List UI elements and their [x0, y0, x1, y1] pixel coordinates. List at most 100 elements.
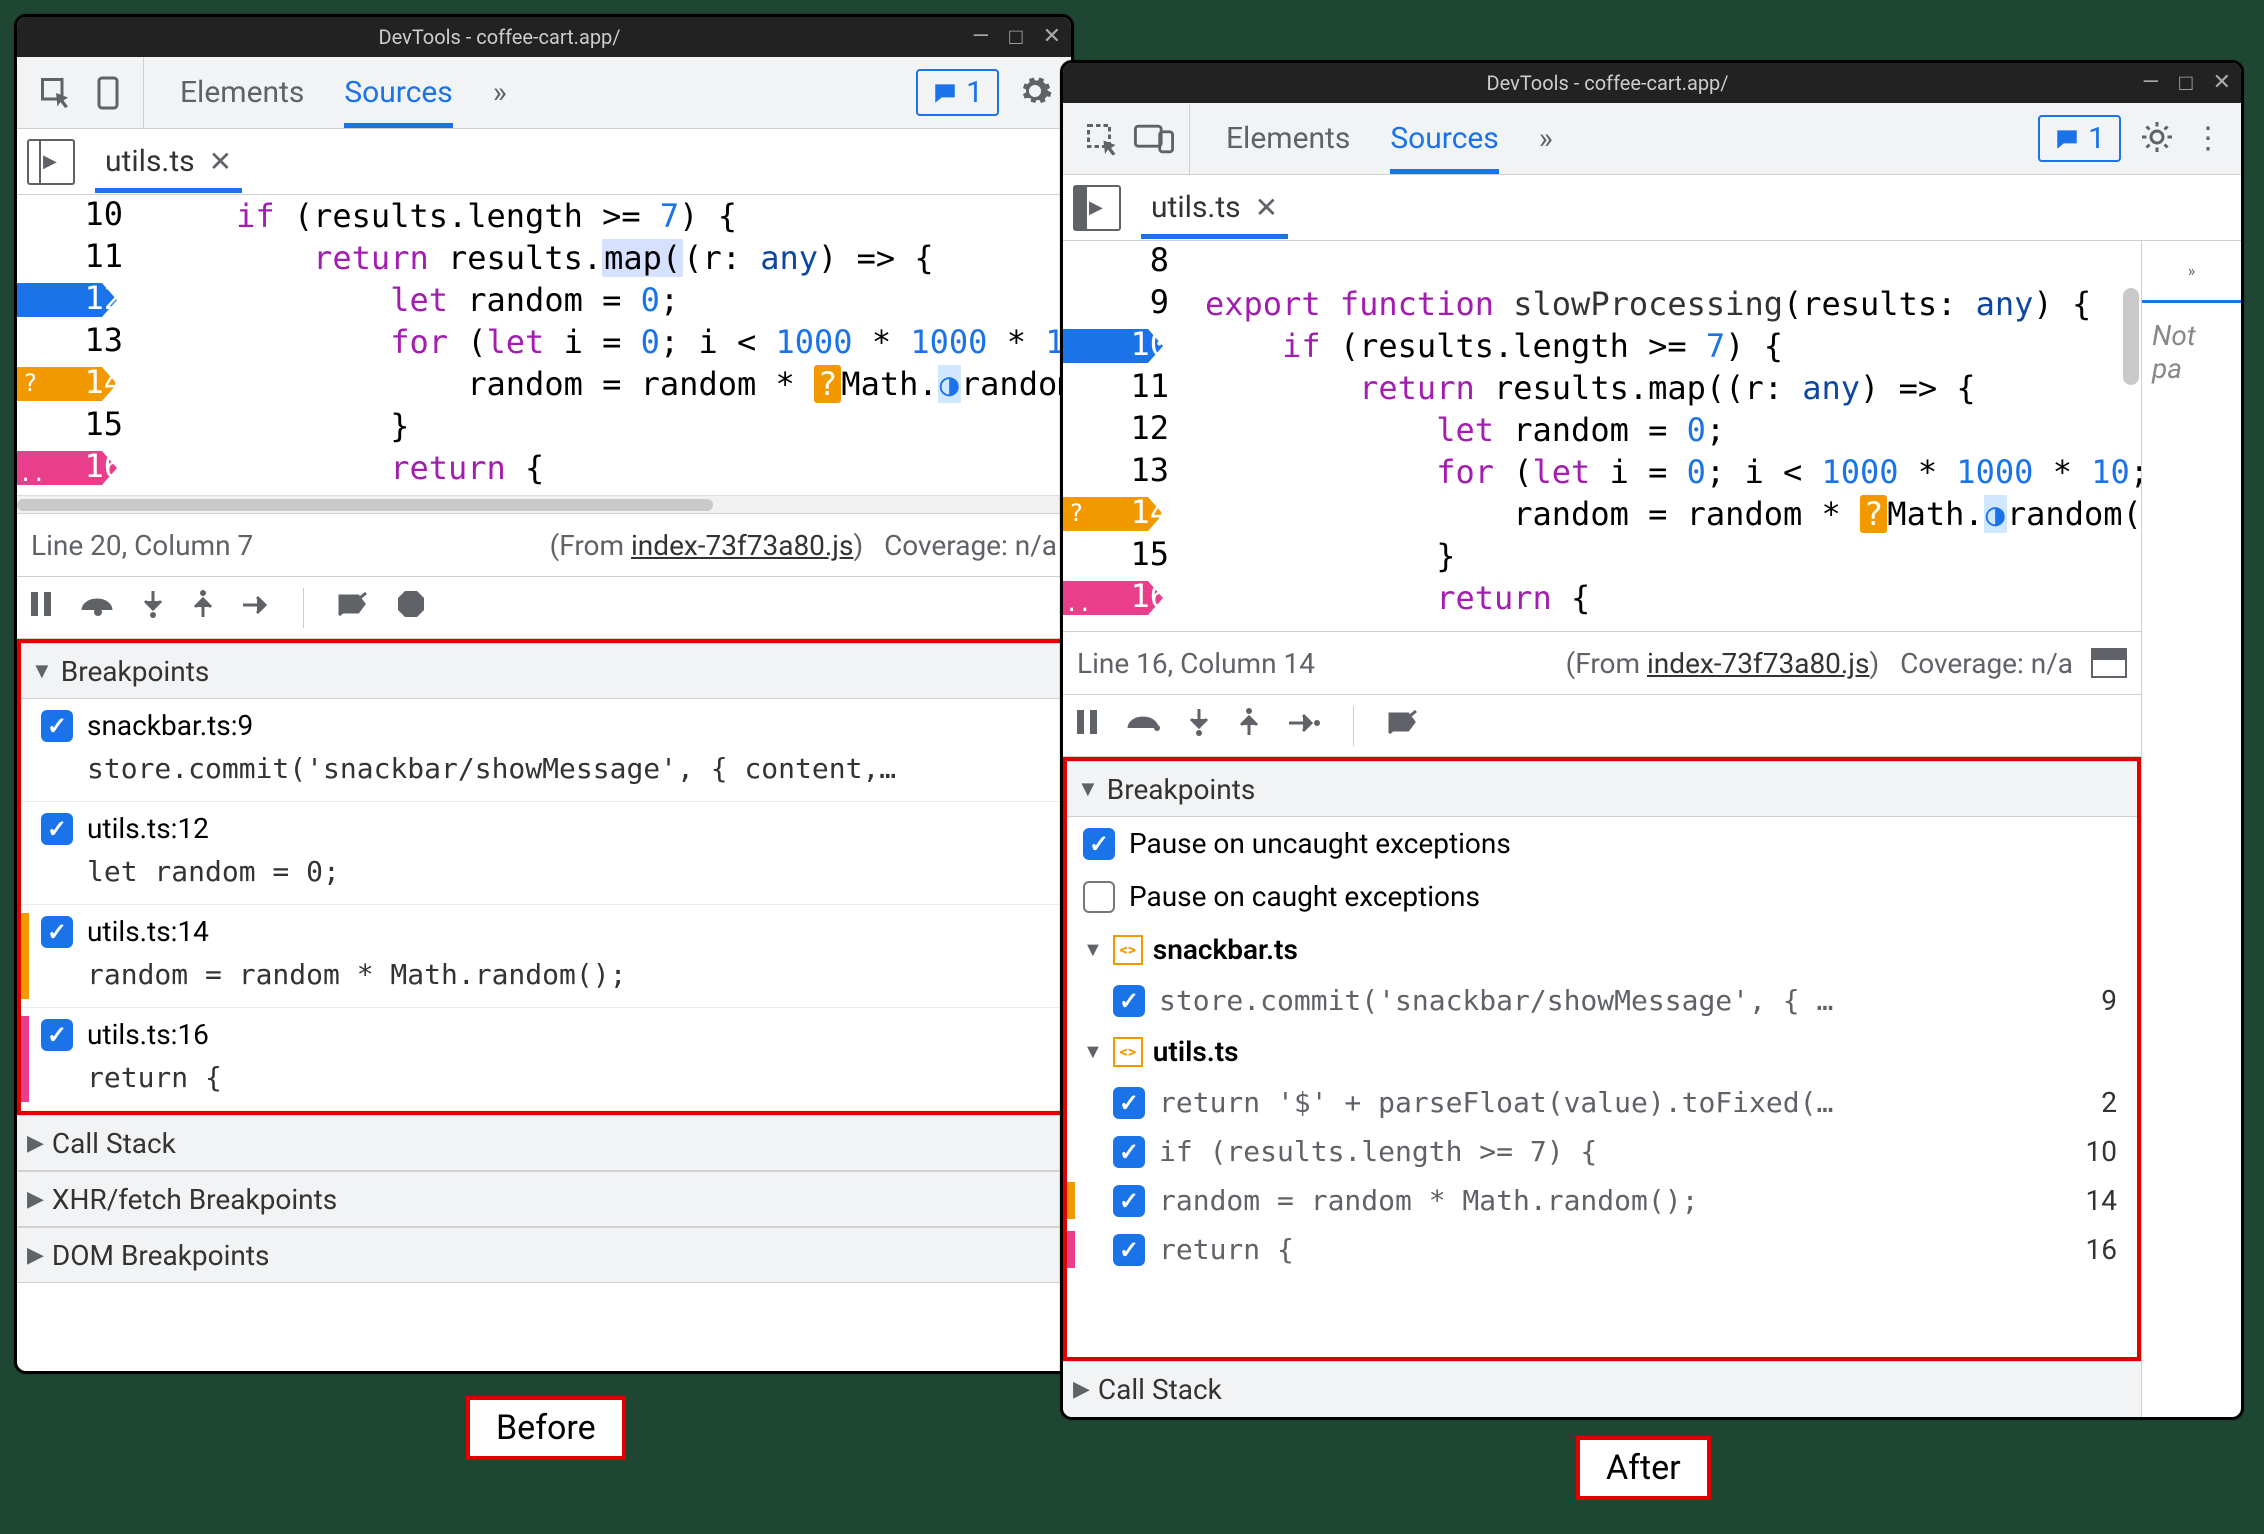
- settings-icon[interactable]: [1017, 73, 1053, 113]
- breakpoint-row[interactable]: if (results.length >= 7) { 10: [1067, 1127, 2137, 1176]
- deactivate-breakpoints-icon[interactable]: [336, 590, 370, 625]
- pause-uncaught-row[interactable]: Pause on uncaught exceptions: [1067, 817, 2137, 870]
- line-number[interactable]: 15: [17, 405, 123, 443]
- filetab-close-icon[interactable]: ✕: [1255, 191, 1278, 224]
- deactivate-breakpoints-icon[interactable]: [1386, 708, 1420, 743]
- tab-sources[interactable]: Sources: [1390, 121, 1498, 156]
- step-over-icon[interactable]: [81, 590, 115, 625]
- breakpoint-row[interactable]: random = random * Math.random(); 14: [1067, 1176, 2137, 1225]
- step-icon[interactable]: [1287, 709, 1321, 742]
- code-line[interactable]: [1205, 241, 2141, 283]
- filetab-utils[interactable]: utils.ts ✕: [1141, 190, 1288, 225]
- code-line[interactable]: if (results.length >= 7) {: [1205, 325, 2141, 367]
- line-number[interactable]: 12: [17, 279, 123, 317]
- code-line[interactable]: random = random * ?Math.◑random();: [1205, 493, 2141, 535]
- line-number[interactable]: 11: [17, 237, 123, 275]
- line-number[interactable]: 16: [17, 447, 123, 485]
- inspect-icon[interactable]: [1081, 118, 1123, 160]
- breakpoint-item[interactable]: utils.ts:16 return {: [21, 1008, 1067, 1111]
- code-line[interactable]: return {: [1205, 577, 2141, 619]
- line-number[interactable]: 12: [1063, 409, 1169, 447]
- tabs-overflow-icon[interactable]: »: [2142, 241, 2241, 303]
- device-icon[interactable]: [87, 72, 129, 114]
- step-into-icon[interactable]: [1187, 707, 1211, 744]
- line-number[interactable]: 9: [1063, 283, 1169, 321]
- checkbox-icon[interactable]: [1083, 828, 1115, 860]
- line-number[interactable]: 14: [17, 363, 123, 401]
- horizontal-scrollbar[interactable]: [17, 495, 1071, 513]
- checkbox-icon[interactable]: [1113, 1087, 1145, 1119]
- filetab-close-icon[interactable]: ✕: [209, 145, 232, 178]
- filetab-utils[interactable]: utils.ts ✕: [95, 144, 242, 179]
- code-line[interactable]: export function slowProcessing(results: …: [1205, 283, 2141, 325]
- messages-pill[interactable]: 1: [2038, 115, 2121, 162]
- step-icon[interactable]: [241, 591, 271, 624]
- vertical-scrollbar[interactable]: [2123, 241, 2139, 631]
- code-line[interactable]: return results.map((r: any) => {: [1205, 367, 2141, 409]
- breakpoint-item[interactable]: snackbar.ts:9 store.commit('snackbar/sho…: [21, 699, 1067, 802]
- breakpoint-row[interactable]: return { 16: [1067, 1225, 2137, 1274]
- minimize-icon[interactable]: —: [972, 24, 989, 50]
- line-number[interactable]: 16: [1063, 577, 1169, 615]
- titlebar[interactable]: DevTools - coffee-cart.app/ — □ ✕: [1063, 63, 2241, 103]
- titlebar[interactable]: DevTools - coffee-cart.app/ — □ ✕: [17, 17, 1071, 57]
- maximize-icon[interactable]: □: [2179, 70, 2192, 96]
- breakpoint-row[interactable]: return '$' + parseFloat(value).toFixed(……: [1067, 1078, 2137, 1127]
- line-number[interactable]: 15: [1063, 535, 1169, 573]
- device-icon[interactable]: [1133, 118, 1175, 160]
- line-number[interactable]: 10: [17, 195, 123, 233]
- line-number[interactable]: 10: [1063, 325, 1169, 363]
- maximize-icon[interactable]: □: [1009, 24, 1022, 50]
- checkbox-icon[interactable]: [41, 813, 73, 845]
- messages-pill[interactable]: 1: [916, 69, 999, 116]
- breakpoint-group-head[interactable]: ▼<>snackbar.ts: [1067, 923, 2137, 976]
- tabs-overflow-icon[interactable]: »: [1539, 121, 1553, 156]
- pause-icon[interactable]: [1073, 708, 1101, 743]
- settings-icon[interactable]: [2139, 119, 2175, 159]
- pane-head[interactable]: ▶XHR/fetch Breakpoints: [17, 1171, 1071, 1227]
- checkbox-icon[interactable]: [1113, 1185, 1145, 1217]
- code-line[interactable]: random = random * ?Math.◑random();: [159, 363, 1071, 405]
- pane-head-callstack[interactable]: ▶ Call Stack: [1063, 1361, 2141, 1417]
- line-number[interactable]: 11: [1063, 367, 1169, 405]
- tab-elements[interactable]: Elements: [1226, 121, 1350, 156]
- tab-elements[interactable]: Elements: [180, 75, 304, 110]
- pause-caught-row[interactable]: Pause on caught exceptions: [1067, 870, 2137, 923]
- pause-exceptions-icon[interactable]: [396, 589, 426, 626]
- close-icon[interactable]: ✕: [2213, 70, 2231, 96]
- code-line[interactable]: for (let i = 0; i < 1000 * 1000 * 10; i+…: [159, 321, 1071, 363]
- toggle-navigator-icon[interactable]: ▶: [27, 139, 75, 185]
- breakpoint-item[interactable]: utils.ts:14 random = random * Math.rando…: [21, 905, 1067, 1008]
- code-line[interactable]: return {: [159, 447, 1071, 489]
- more-icon[interactable]: ⋮: [2193, 121, 2223, 156]
- code-line[interactable]: if (results.length >= 7) {: [159, 195, 1071, 237]
- pane-head[interactable]: ▶Call Stack: [17, 1115, 1071, 1171]
- line-number[interactable]: 13: [17, 321, 123, 359]
- dock-icon[interactable]: [2091, 648, 2127, 678]
- minimize-icon[interactable]: —: [2142, 70, 2159, 96]
- code-line[interactable]: let random = 0;: [1205, 409, 2141, 451]
- line-number[interactable]: 13: [1063, 451, 1169, 489]
- source-link[interactable]: index-73f73a80.js: [1647, 647, 1869, 680]
- code-line[interactable]: }: [159, 405, 1071, 447]
- pane-head-breakpoints[interactable]: ▼ Breakpoints: [1067, 761, 2137, 817]
- step-over-icon[interactable]: [1127, 708, 1161, 743]
- checkbox-icon[interactable]: [41, 1019, 73, 1051]
- step-into-icon[interactable]: [141, 589, 165, 626]
- step-out-icon[interactable]: [1237, 707, 1261, 744]
- code-editor[interactable]: 8910111213141516 export function slowPro…: [1063, 241, 2141, 631]
- close-icon[interactable]: ✕: [1043, 24, 1061, 50]
- code-line[interactable]: for (let i = 0; i < 1000 * 1000 * 10; i+…: [1205, 451, 2141, 493]
- toggle-navigator-icon[interactable]: ▶: [1073, 185, 1121, 231]
- breakpoint-item[interactable]: utils.ts:12 let random = 0;: [21, 802, 1067, 905]
- step-out-icon[interactable]: [191, 589, 215, 626]
- checkbox-icon[interactable]: [1113, 1234, 1145, 1266]
- pane-head-breakpoints[interactable]: ▼ Breakpoints: [21, 643, 1067, 699]
- breakpoint-row[interactable]: store.commit('snackbar/showMessage', { ……: [1067, 976, 2137, 1025]
- pause-icon[interactable]: [27, 590, 55, 625]
- checkbox-icon[interactable]: [1083, 881, 1115, 913]
- tabs-overflow-icon[interactable]: »: [493, 75, 507, 110]
- source-link[interactable]: index-73f73a80.js: [631, 529, 853, 562]
- line-number[interactable]: 14: [1063, 493, 1169, 531]
- pane-head[interactable]: ▶DOM Breakpoints: [17, 1227, 1071, 1283]
